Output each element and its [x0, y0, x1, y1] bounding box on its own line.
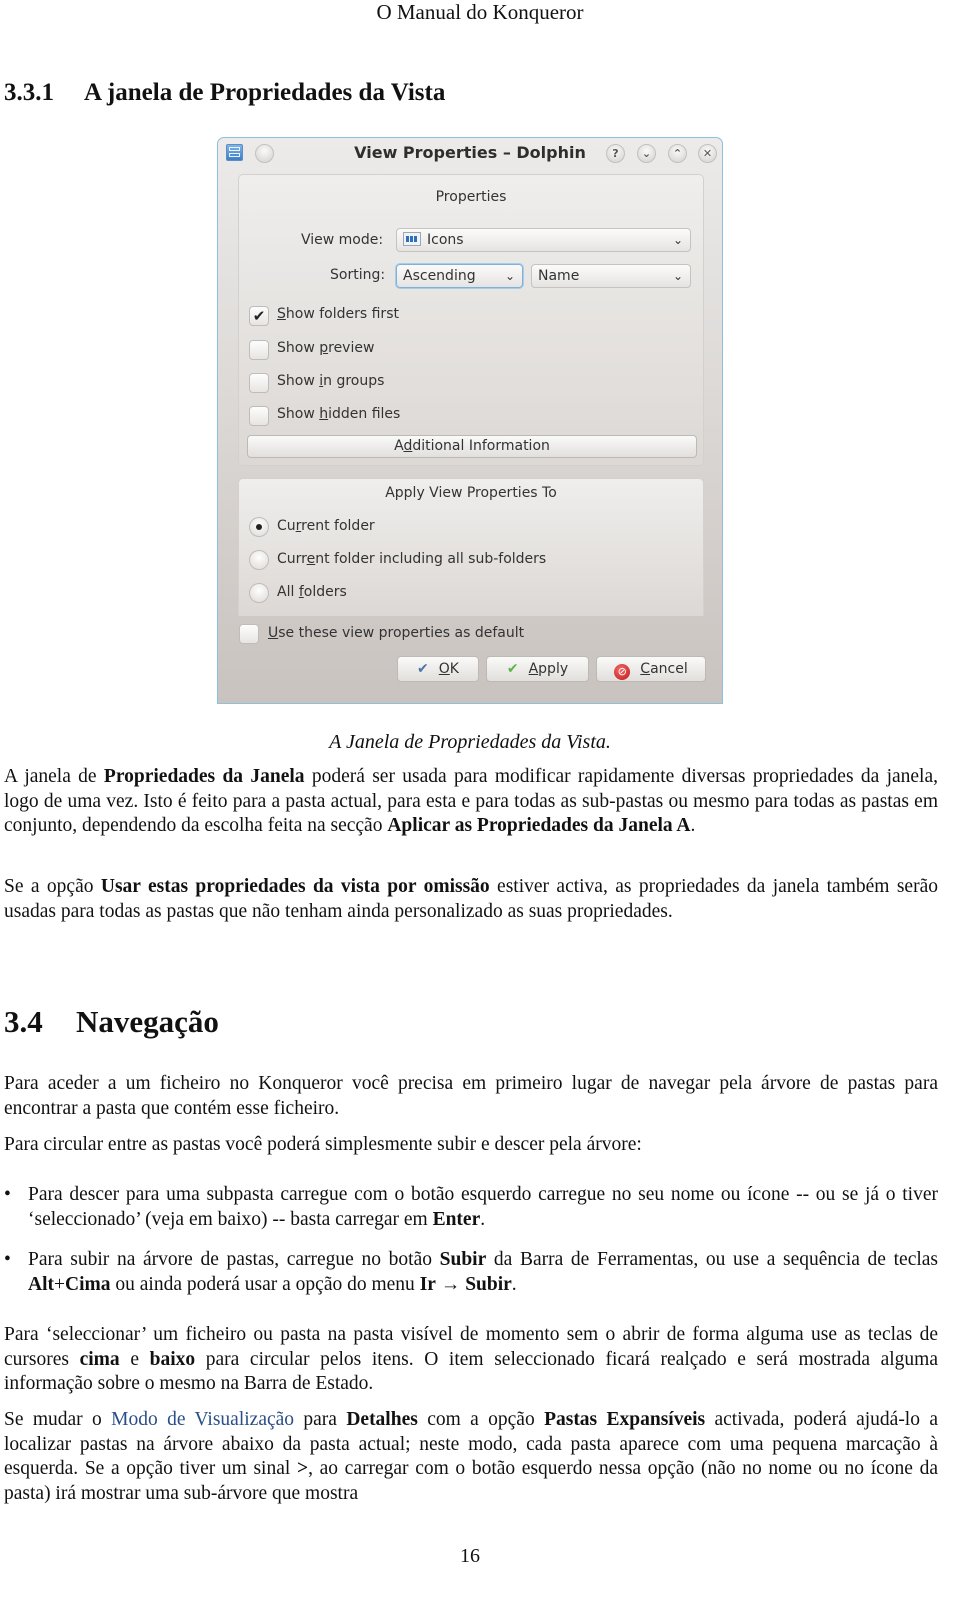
radio-label: Current folder including all sub-folders — [277, 551, 547, 567]
section-number: 3.4 — [4, 1004, 43, 1039]
sorting-label: Sorting: — [330, 267, 386, 283]
chevron-down-icon: ⌄ — [672, 233, 683, 247]
ok-button[interactable]: ✔ OK — [397, 656, 479, 682]
paragraph: Se a opção Usar estas propriedades da vi… — [4, 876, 938, 922]
radio-selected[interactable] — [249, 517, 269, 537]
checkbox-label: Show hidden files — [277, 406, 401, 422]
list-item: • Para subir na árvore de pastas, carreg… — [4, 1248, 938, 1297]
radio-label: Current folder — [277, 518, 375, 534]
maximize-icon[interactable]: ⌃ — [668, 144, 687, 163]
view-mode-select[interactable]: Icons ⌄ — [396, 228, 691, 252]
additional-information-button[interactable]: Additional Information — [247, 435, 697, 458]
view-properties-dialog: View Properties – Dolphin ? ⌄ ⌃ ✕ Proper… — [217, 137, 723, 704]
icons-view-icon — [403, 232, 421, 246]
cancel-button[interactable]: ⊘ Cancel — [596, 656, 706, 682]
close-icon[interactable]: ✕ — [698, 144, 717, 163]
chevron-down-icon: ⌄ — [672, 269, 683, 283]
bullet-icon: • — [4, 1184, 11, 1205]
apply-group-title: Apply View Properties To — [385, 485, 557, 501]
list-item-text: Para subir na árvore de pastas, carregue… — [28, 1249, 939, 1295]
view-mode-link[interactable]: Modo de Visualização — [111, 1409, 294, 1430]
page-header: O Manual do Konqueror — [376, 0, 584, 24]
paragraph: Se mudar o Modo de Visualização para Det… — [4, 1409, 938, 1504]
checkbox-label: Use these view properties as default — [268, 625, 525, 641]
section-heading-3-3-1: 3.3.1 A janela de Propriedades da Vista — [4, 78, 445, 108]
checkbox-unchecked[interactable] — [249, 406, 269, 426]
checkbox-unchecked[interactable] — [249, 340, 269, 360]
view-mode-label: View mode: — [301, 232, 384, 248]
checkbox-unchecked[interactable] — [249, 373, 269, 393]
help-icon[interactable]: ? — [606, 144, 625, 163]
sort-order-value: Ascending — [403, 268, 476, 284]
checkbox-label: Show in groups — [277, 373, 385, 389]
minimize-icon[interactable]: ⌄ — [637, 144, 656, 163]
checkmark-icon: ✔ — [417, 661, 429, 677]
apply-button[interactable]: ✔ Apply — [486, 656, 589, 682]
view-mode-value: Icons — [427, 232, 464, 248]
paragraph: Para circular entre as pastas você poder… — [4, 1134, 642, 1155]
sort-by-value: Name — [538, 268, 580, 284]
chevron-down-icon: ⌄ — [504, 269, 515, 283]
cancel-icon: ⊘ — [614, 664, 631, 680]
bullet-icon: • — [4, 1249, 11, 1270]
apply-view-properties-group: Apply View Properties To Current folder … — [238, 478, 704, 616]
radio-unselected[interactable] — [249, 583, 269, 603]
dialog-titlebar: View Properties – Dolphin ? ⌄ ⌃ ✕ — [218, 138, 722, 168]
sort-by-select[interactable]: Name ⌄ — [531, 264, 691, 288]
sort-order-select[interactable]: Ascending ⌄ — [396, 264, 523, 288]
paragraph: A janela de Propriedades da Janela poder… — [4, 766, 938, 836]
page-number: 16 — [460, 1545, 480, 1567]
figure-caption: A Janela de Propriedades da Vista. — [329, 731, 611, 753]
properties-group: Properties View mode: Icons ⌄ Sorting: A… — [238, 174, 704, 466]
paragraph: Para ‘seleccionar’ um ficheiro ou pasta … — [4, 1324, 938, 1394]
properties-group-title: Properties — [435, 189, 507, 205]
paragraph: Para aceder a um ficheiro no Konqueror v… — [4, 1073, 938, 1119]
list-item: • Para descer para uma subpasta carregue… — [4, 1183, 938, 1232]
radio-unselected[interactable] — [249, 550, 269, 570]
checkbox-unchecked[interactable] — [239, 624, 259, 644]
checkmark-icon: ✔ — [506, 661, 519, 677]
checkbox-label: Show folders first — [277, 306, 399, 322]
section-title: Navegação — [76, 1004, 219, 1039]
section-title: A janela de Propriedades da Vista — [84, 79, 446, 106]
checkbox-checked[interactable]: ✔ — [249, 306, 269, 326]
section-heading-3-4: 3.4 Navegação — [4, 1004, 219, 1040]
radio-label: All folders — [277, 584, 347, 600]
section-number: 3.3.1 — [4, 79, 54, 106]
checkbox-label: Show preview — [277, 340, 375, 356]
list-item-text: Para descer para uma subpasta carregue c… — [28, 1184, 938, 1230]
